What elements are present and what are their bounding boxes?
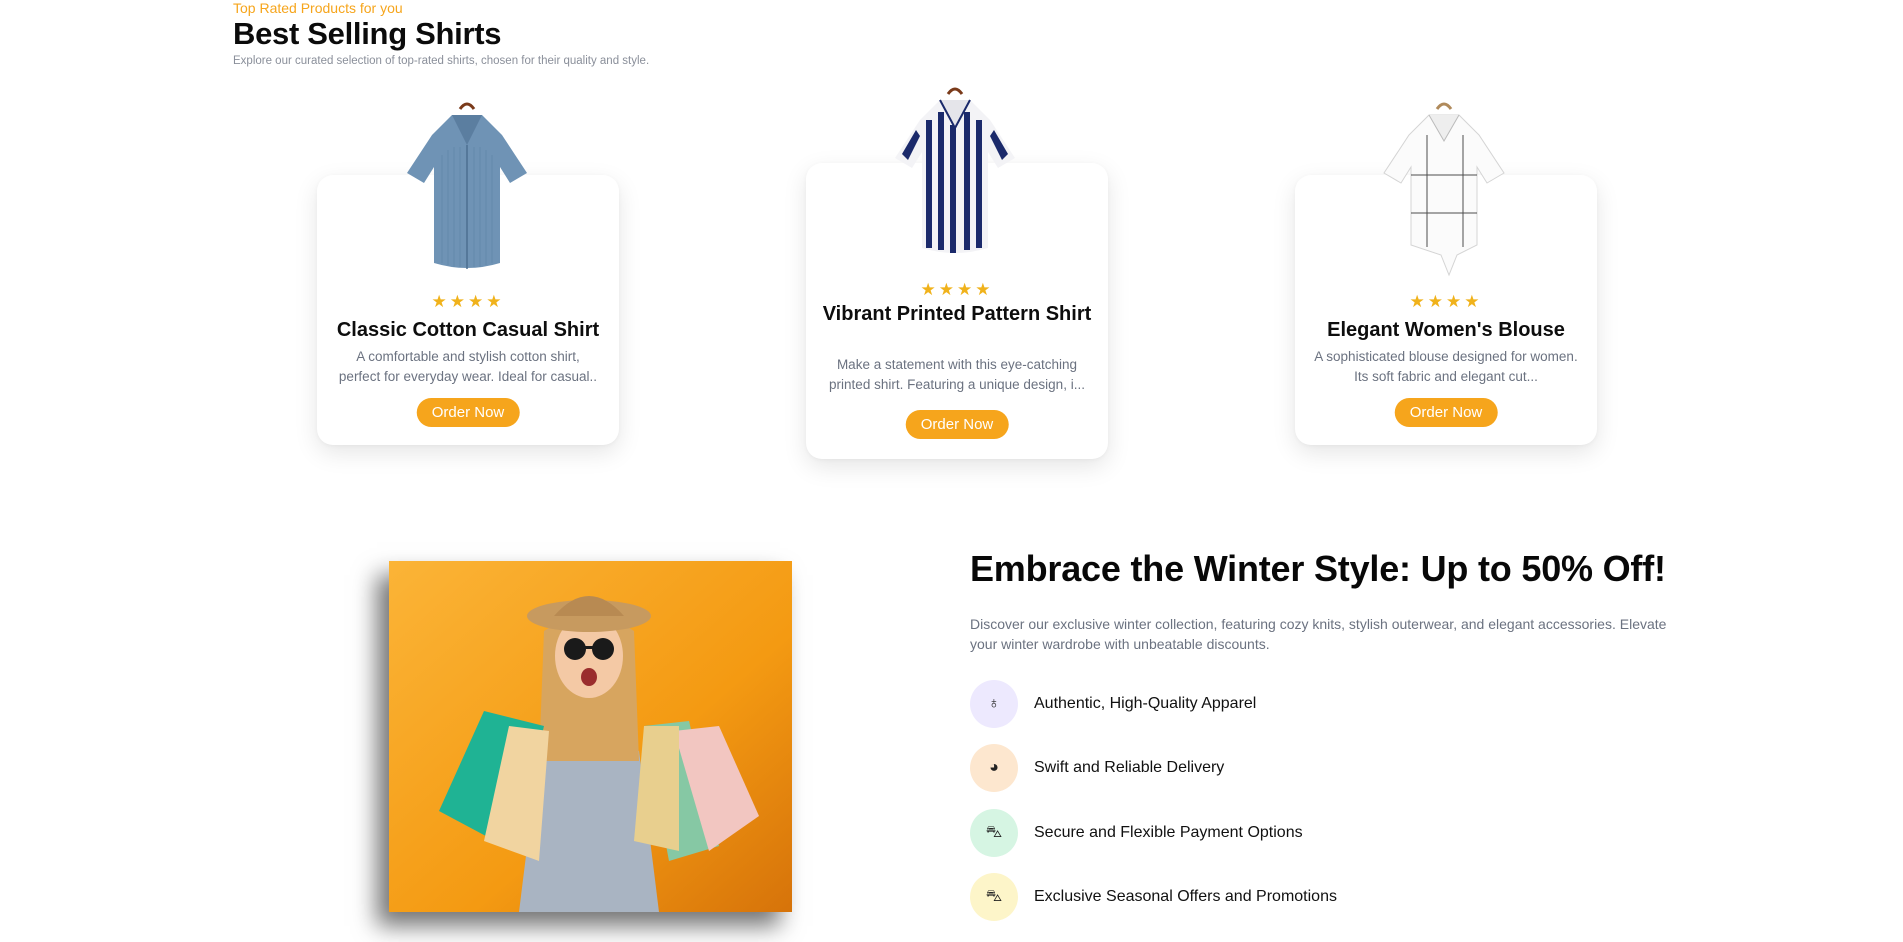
product-title: Elegant Women's Blouse	[1327, 319, 1565, 341]
delivery-icon: ◕	[970, 744, 1018, 792]
product-image-blue-shirt[interactable]	[392, 95, 542, 280]
feature-item: ⛍ Exclusive Seasonal Offers and Promotio…	[970, 872, 1337, 922]
promo-description: Discover our exclusive winter collection…	[970, 616, 1667, 652]
offer-icon: ⛍	[970, 873, 1018, 921]
payment-icon: ⛍	[970, 809, 1018, 857]
feature-label: Exclusive Seasonal Offers and Promotions	[1034, 888, 1337, 905]
rating-stars: ★★★★	[920, 280, 994, 299]
section-title: Best Selling Shirts	[233, 16, 502, 51]
section-eyebrow: Top Rated Products for you	[233, 0, 403, 16]
feature-label: Swift and Reliable Delivery	[1034, 759, 1225, 776]
order-now-button[interactable]: Order Now	[416, 398, 520, 427]
feature-item: ◕ Swift and Reliable Delivery	[970, 743, 1224, 793]
product-image-white-blouse[interactable]	[1369, 95, 1519, 280]
feature-label: Authentic, High-Quality Apparel	[1034, 695, 1257, 712]
promo-heading: Embrace the Winter Style: Up to 50% Off!	[970, 548, 1666, 589]
product-image-striped-shirt[interactable]	[880, 80, 1030, 265]
feature-item: ⛍ Secure and Flexible Payment Options	[970, 808, 1303, 858]
order-now-button[interactable]: Order Now	[1394, 398, 1498, 427]
rating-stars: ★★★★	[431, 292, 505, 311]
feature-label: Secure and Flexible Payment Options	[1034, 824, 1303, 841]
product-description: Make a statement with this eye-catching …	[829, 357, 1085, 392]
feature-item: ♁ Authentic, High-Quality Apparel	[970, 679, 1256, 729]
order-now-button[interactable]: Order Now	[905, 410, 1009, 439]
promo-image-shopping-woman	[389, 561, 792, 912]
badge-icon: ♁	[970, 680, 1018, 728]
rating-stars: ★★★★	[1409, 292, 1483, 311]
product-description: A comfortable and stylish cotton shirt, …	[338, 349, 598, 384]
product-title: Vibrant Printed Pattern Shirt	[822, 303, 1092, 325]
product-description: A sophisticated blouse designed for wome…	[1314, 349, 1578, 384]
section-subtitle: Explore our curated selection of top-rat…	[233, 55, 650, 67]
product-title: Classic Cotton Casual Shirt	[336, 319, 600, 341]
